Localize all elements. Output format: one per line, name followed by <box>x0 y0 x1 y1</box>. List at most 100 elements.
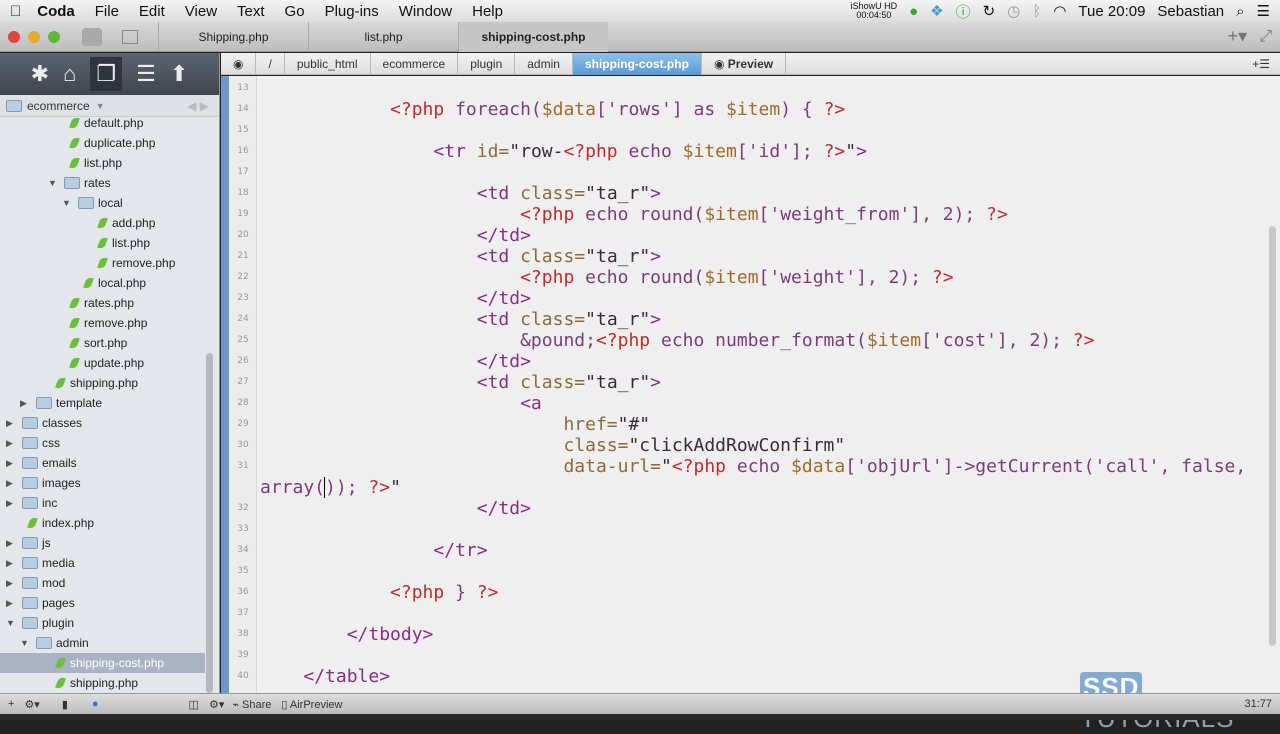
disclosure-closed-icon[interactable]: ▶ <box>6 533 18 553</box>
code-line[interactable]: data-url="<?php echo $data['objUrl']->ge… <box>260 456 1246 477</box>
editor-options-icon[interactable]: +☰ <box>1252 57 1270 71</box>
tree-item-file[interactable]: add.php <box>0 213 205 233</box>
spotlight-search-icon[interactable]: ⌕ <box>1236 3 1244 20</box>
clips-icon[interactable]: ✱ <box>31 61 49 87</box>
fullscreen-icon[interactable]: ⤢ <box>1259 28 1272 46</box>
code-line[interactable]: <td class="ta_r"> <box>260 246 661 267</box>
tree-item-folder[interactable]: ▶ media <box>0 553 205 573</box>
code-line[interactable]: &pound;<?php echo number_format($item['c… <box>260 330 1094 351</box>
tab-shipping-php[interactable]: Shipping.php <box>158 21 308 52</box>
navigation-icon[interactable]: ◉ <box>221 52 257 75</box>
disclosure-closed-icon[interactable]: ▶ <box>6 553 18 573</box>
globe-icon[interactable]: ● <box>92 698 99 710</box>
tree-item-file[interactable]: remove.php <box>0 253 205 273</box>
info-icon[interactable]: ⓘ <box>956 1 971 22</box>
disclosure-closed-icon[interactable]: ▶ <box>6 493 18 513</box>
tree-item-folder[interactable]: ▶ inc <box>0 493 205 513</box>
status-dot-icon[interactable]: ● <box>909 3 918 20</box>
code-line[interactable]: <td class="ta_r"> <box>260 183 661 204</box>
tree-item-file[interactable]: update.php <box>0 353 205 373</box>
tree-item-file[interactable]: list.php <box>0 153 205 173</box>
disclosure-open-icon[interactable]: ▼ <box>6 613 18 633</box>
tree-item-file[interactable]: shipping-cost.php <box>0 653 205 673</box>
menu-file[interactable]: File <box>85 3 129 20</box>
sites-icon[interactable] <box>82 27 102 46</box>
menu-text[interactable]: Text <box>227 3 275 20</box>
tree-item-file[interactable]: rates.php <box>0 293 205 313</box>
code-line[interactable]: </td> <box>260 225 531 246</box>
tab-shipping-cost-php[interactable]: shipping-cost.php <box>458 21 608 52</box>
tree-item-folder[interactable]: ▶ pages <box>0 593 205 613</box>
tree-item-folder[interactable]: ▼ rates <box>0 173 205 193</box>
menu-window[interactable]: Window <box>389 3 462 20</box>
disclosure-closed-icon[interactable]: ▶ <box>6 573 18 593</box>
tree-item-folder[interactable]: ▶ css <box>0 433 205 453</box>
close-window-button[interactable] <box>8 30 20 43</box>
apple-icon[interactable]:  <box>0 3 31 20</box>
tree-item-file[interactable]: shipping.php <box>0 673 205 693</box>
home-icon[interactable]: ⌂ <box>63 61 76 87</box>
code-line[interactable]: </td> <box>260 498 531 519</box>
code-line[interactable]: <?php echo round($item['weight'], 2); ?> <box>260 267 954 288</box>
tree-item-folder[interactable]: ▼ admin <box>0 633 205 653</box>
menu-help[interactable]: Help <box>462 3 513 20</box>
tree-item-folder[interactable]: ▼ local <box>0 193 205 213</box>
notification-list-icon[interactable]: ☰ <box>1257 2 1270 20</box>
editor-scrollbar[interactable] <box>1269 226 1276 646</box>
files-icon[interactable]: ❐ <box>90 57 123 91</box>
clock[interactable]: Tue 20:09 <box>1078 3 1145 20</box>
user-name[interactable]: Sebastian <box>1157 3 1224 20</box>
tree-item-file[interactable]: remove.php <box>0 313 205 333</box>
disclosure-closed-icon[interactable]: ▶ <box>6 453 18 473</box>
publish-icon[interactable]: ⬆ <box>170 61 188 87</box>
disclosure-closed-icon[interactable]: ▶ <box>20 393 32 413</box>
code-line[interactable]: <tr id="row-<?php echo $item['id']; ?>"> <box>260 141 867 162</box>
tab-list-php[interactable]: list.php <box>308 21 458 52</box>
breadcrumb-item[interactable]: admin <box>515 52 573 75</box>
code-line[interactable]: <td class="ta_r"> <box>260 309 661 330</box>
wifi-icon[interactable]: ◠ <box>1053 2 1066 20</box>
disclosure-open-icon[interactable]: ▼ <box>48 173 60 193</box>
tree-item-file[interactable]: duplicate.php <box>0 133 205 153</box>
menu-app[interactable]: Coda <box>31 3 85 20</box>
sidebar-toggle-icon[interactable] <box>122 29 138 44</box>
breadcrumb-item[interactable]: shipping-cost.php <box>572 52 702 75</box>
share-button[interactable]: ⌁ Share <box>232 698 271 711</box>
symbols-icon[interactable]: ☰ <box>136 61 156 87</box>
breadcrumb-item[interactable]: ecommerce <box>371 52 459 75</box>
breadcrumb-item[interactable]: plugin <box>458 52 516 75</box>
menu-plug-ins[interactable]: Plug-ins <box>315 3 389 20</box>
recorder-status[interactable]: iShowU HD 00:04:50 <box>851 2 898 20</box>
menu-go[interactable]: Go <box>275 3 315 20</box>
code-line[interactable]: </tbody> <box>260 624 434 645</box>
dropbox-icon[interactable]: ❖ <box>930 2 943 20</box>
disclosure-closed-icon[interactable]: ▶ <box>6 593 18 613</box>
disclosure-closed-icon[interactable]: ▶ <box>6 473 18 493</box>
tree-item-file[interactable]: index.php <box>0 513 205 533</box>
disclosure-closed-icon[interactable]: ▶ <box>6 413 18 433</box>
add-tab-icon[interactable]: +▾ <box>1228 26 1248 47</box>
code-line[interactable]: <?php foreach($data['rows'] as $item) { … <box>260 99 845 120</box>
code-line[interactable]: array()); ?>" <box>260 477 401 498</box>
sync-icon[interactable]: ↻ <box>983 2 996 20</box>
code-line[interactable]: </tr> <box>260 540 487 561</box>
breadcrumb-item[interactable]: / <box>256 52 285 75</box>
disclosure-open-icon[interactable]: ▼ <box>20 633 32 653</box>
editor-gear-icon[interactable]: ⚙▾ <box>209 698 224 711</box>
zoom-window-button[interactable] <box>48 30 60 43</box>
code-line[interactable]: <a <box>260 393 542 414</box>
sidebar-scrollbar[interactable] <box>206 353 213 693</box>
tree-item-file[interactable]: default.php <box>0 113 205 133</box>
menu-edit[interactable]: Edit <box>129 3 175 20</box>
tree-item-file[interactable]: local.php <box>0 273 205 293</box>
tree-item-folder[interactable]: ▶ template <box>0 393 205 413</box>
code-line[interactable]: href="#" <box>260 414 650 435</box>
airpreview-button[interactable]: ▯ AirPreview <box>281 698 342 711</box>
tree-item-file[interactable]: list.php <box>0 233 205 253</box>
code-line[interactable]: <td class="ta_r"> <box>260 372 661 393</box>
tree-item-folder[interactable]: ▶ classes <box>0 413 205 433</box>
time-machine-icon[interactable]: ◷ <box>1007 2 1020 20</box>
preview-button[interactable]: ◉ Preview <box>702 52 787 75</box>
tree-item-folder[interactable]: ▶ mod <box>0 573 205 593</box>
disclosure-closed-icon[interactable]: ▶ <box>6 433 18 453</box>
